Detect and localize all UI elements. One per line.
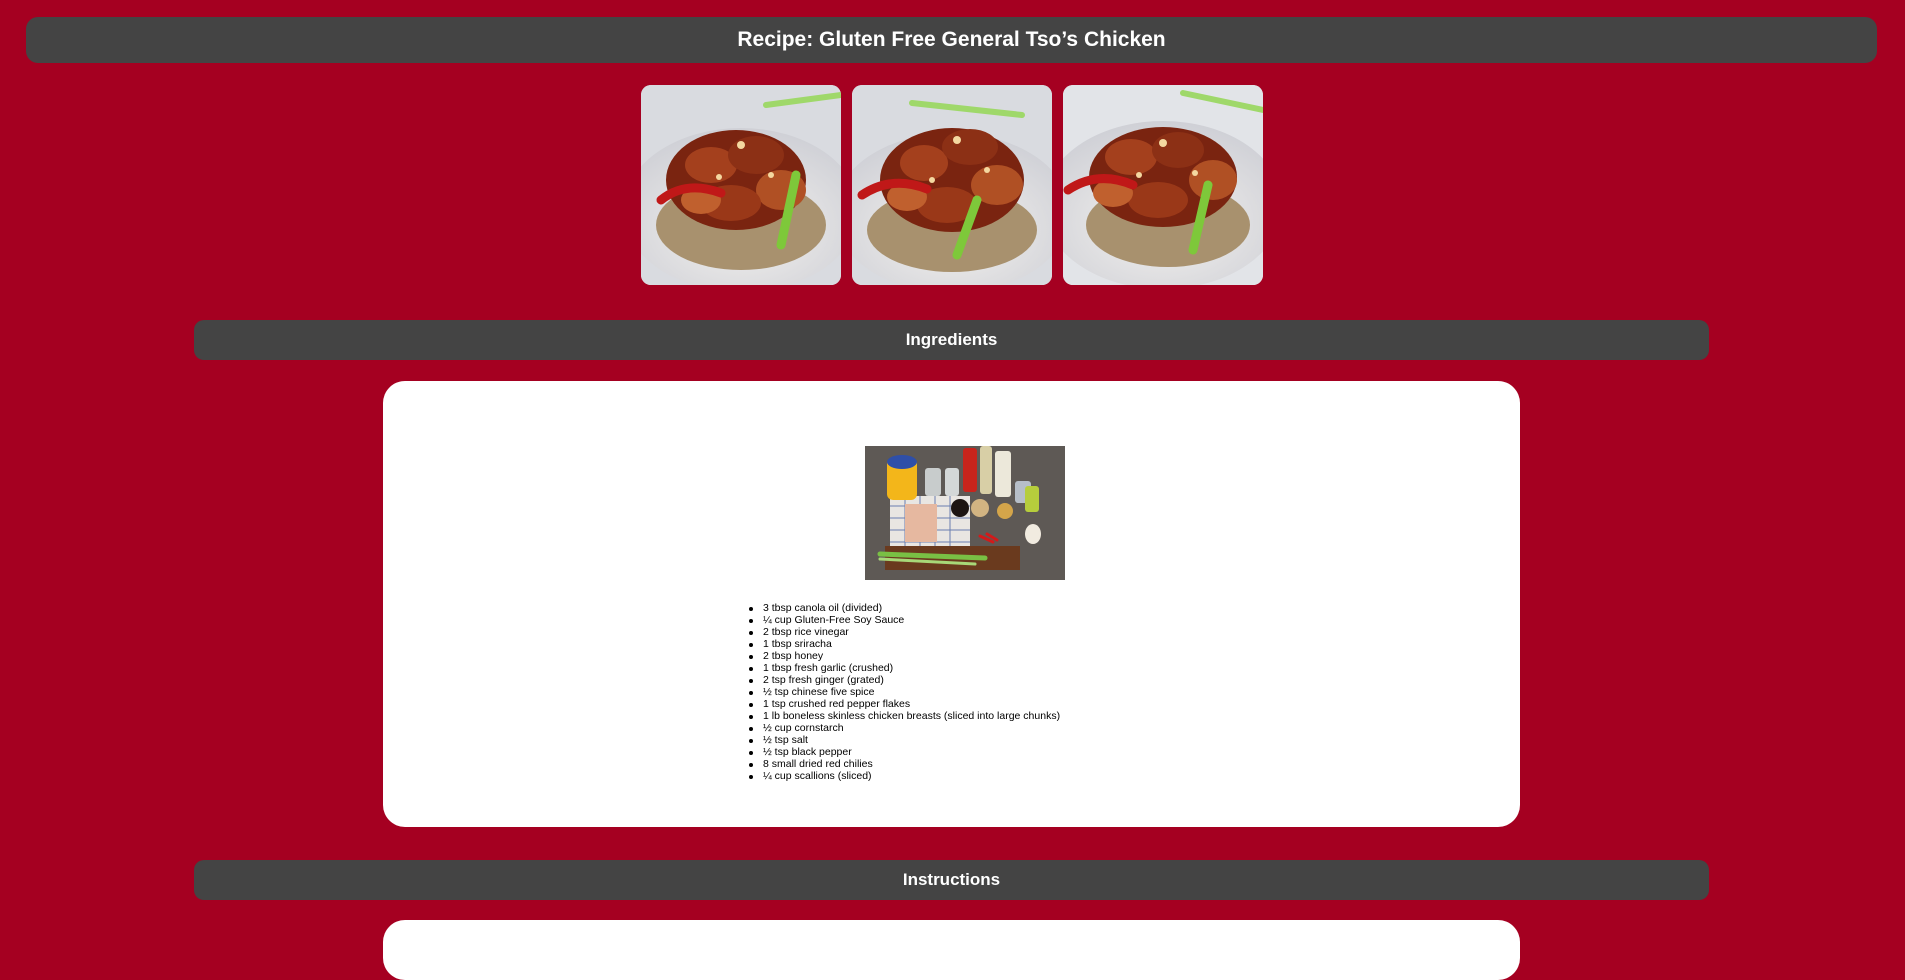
ingredients-header-bar: Ingredients <box>194 320 1709 360</box>
recipe-photo-gallery <box>641 85 1263 285</box>
ingredient-item: ¼ cup scallions (sliced) <box>743 770 1060 782</box>
instructions-heading: Instructions <box>902 870 1001 889</box>
ingredient-item: 2 tbsp rice vinegar <box>743 626 1060 638</box>
page-title: Recipe: Gluten Free General Tso’s Chicke… <box>737 28 1166 51</box>
ingredient-item: 1 tsp crushed red pepper flakes <box>743 698 1060 710</box>
ingredients-list: 3 tbsp canola oil (divided) ¼ cup Gluten… <box>743 602 1060 782</box>
instructions-header-bar: Instructions <box>194 860 1709 900</box>
recipe-title-bar: Recipe: Gluten Free General Tso’s Chicke… <box>26 17 1877 63</box>
recipe-photo-1 <box>641 85 841 285</box>
ingredient-item: ½ cup cornstarch <box>743 722 1060 734</box>
ingredient-item: ½ tsp black pepper <box>743 746 1060 758</box>
ingredient-item: 2 tbsp honey <box>743 650 1060 662</box>
recipe-photo-2 <box>852 85 1052 285</box>
ingredient-item: 1 tbsp sriracha <box>743 638 1060 650</box>
ingredient-item: ½ tsp salt <box>743 734 1060 746</box>
ingredient-item: 8 small dried red chilies <box>743 758 1060 770</box>
ingredient-item: 2 tsp fresh ginger (grated) <box>743 674 1060 686</box>
ingredient-item: ½ tsp chinese five spice <box>743 686 1060 698</box>
ingredient-item: 1 tbsp fresh garlic (crushed) <box>743 662 1060 674</box>
ingredients-heading: Ingredients <box>905 330 998 349</box>
instructions-card <box>383 920 1520 980</box>
recipe-photo-3 <box>1063 85 1263 285</box>
ingredient-item: ¼ cup Gluten-Free Soy Sauce <box>743 614 1060 626</box>
ingredient-item: 3 tbsp canola oil (divided) <box>743 602 1060 614</box>
ingredient-item: 1 lb boneless skinless chicken breasts (… <box>743 710 1060 722</box>
ingredients-card: 3 tbsp canola oil (divided) ¼ cup Gluten… <box>383 381 1520 827</box>
ingredients-photo <box>865 446 1065 580</box>
